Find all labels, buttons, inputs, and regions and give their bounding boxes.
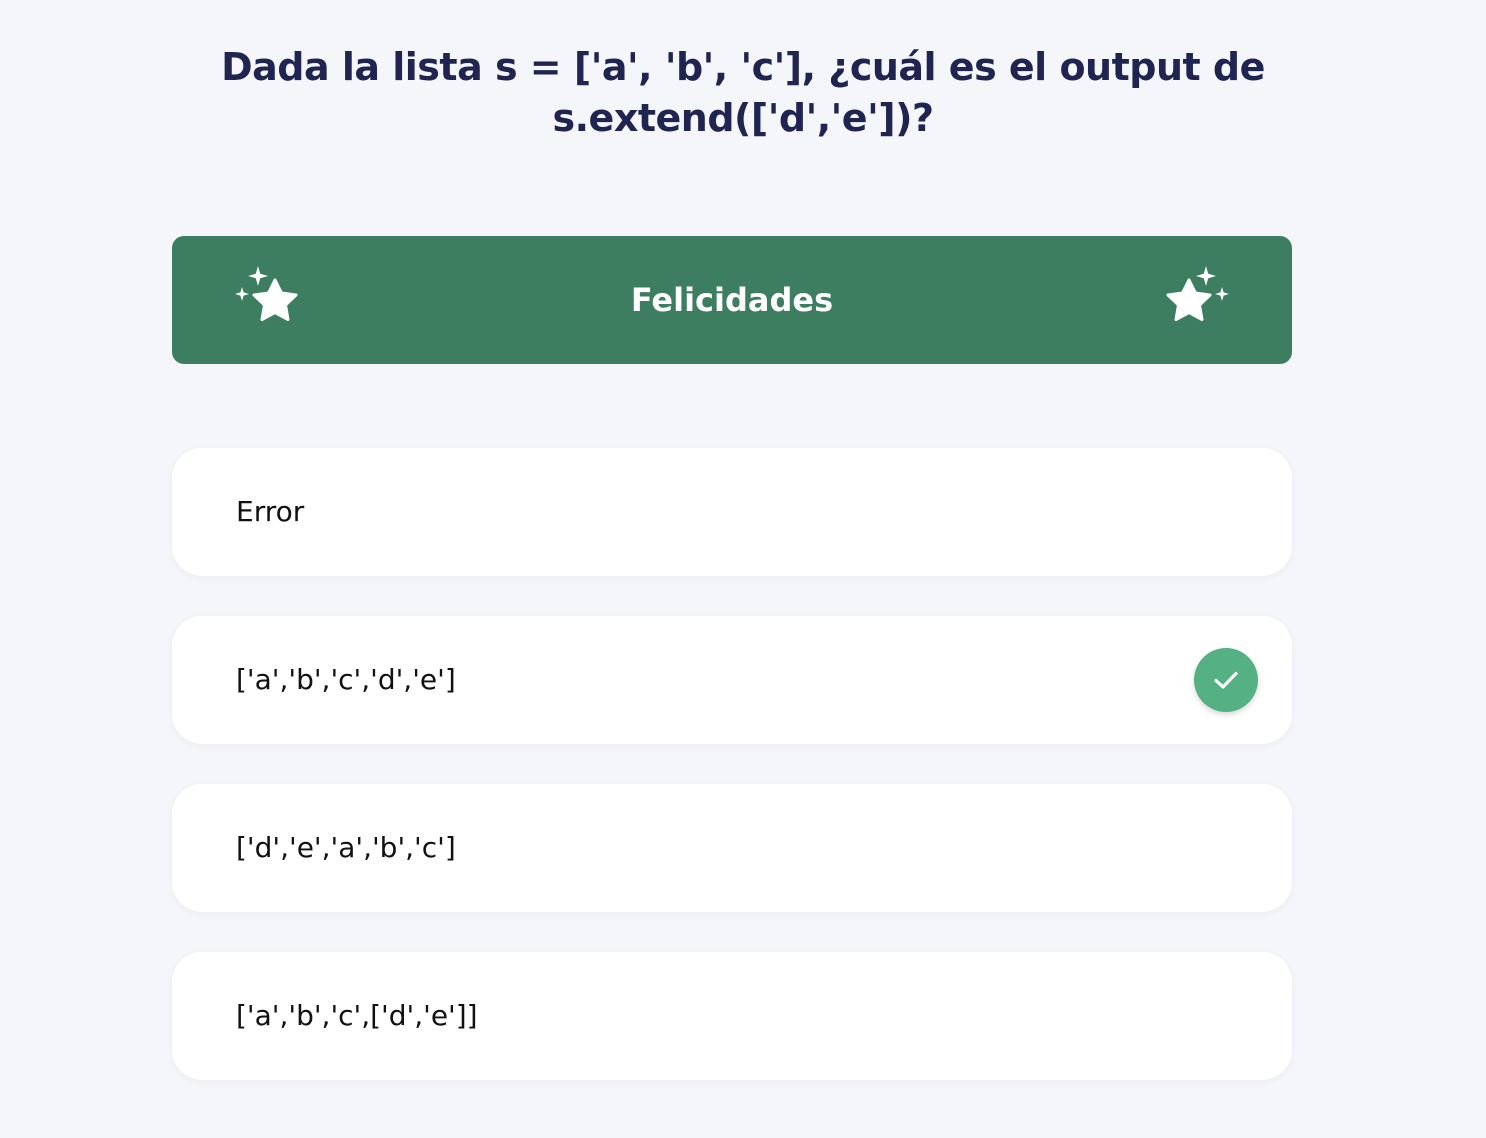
answer-option-label: ['d','e','a','b','c'] [236,831,456,864]
answer-option-label: ['a','b','c',['d','e']] [236,999,478,1032]
answer-option[interactable]: ['a','b','c',['d','e']] [172,952,1292,1080]
question-title: Dada la lista s = ['a', 'b', 'c'], ¿cuál… [221,45,1265,140]
sparkle-star-icon [1166,266,1229,321]
banner-title: Felicidades [630,281,834,319]
answer-option-label: Error [236,495,305,528]
answer-options: Error ['a','b','c','d','e'] ['d','e','a'… [172,448,1292,1120]
answer-option-correct[interactable]: ['a','b','c','d','e'] [172,616,1292,744]
feedback-banner: Felicidades [172,236,1292,364]
checkmark-icon [1214,671,1238,689]
answer-option-label: ['a','b','c','d','e'] [236,663,456,696]
answer-option[interactable]: Error [172,448,1292,576]
check-icon [1194,648,1258,712]
answer-option[interactable]: ['d','e','a','b','c'] [172,784,1292,912]
